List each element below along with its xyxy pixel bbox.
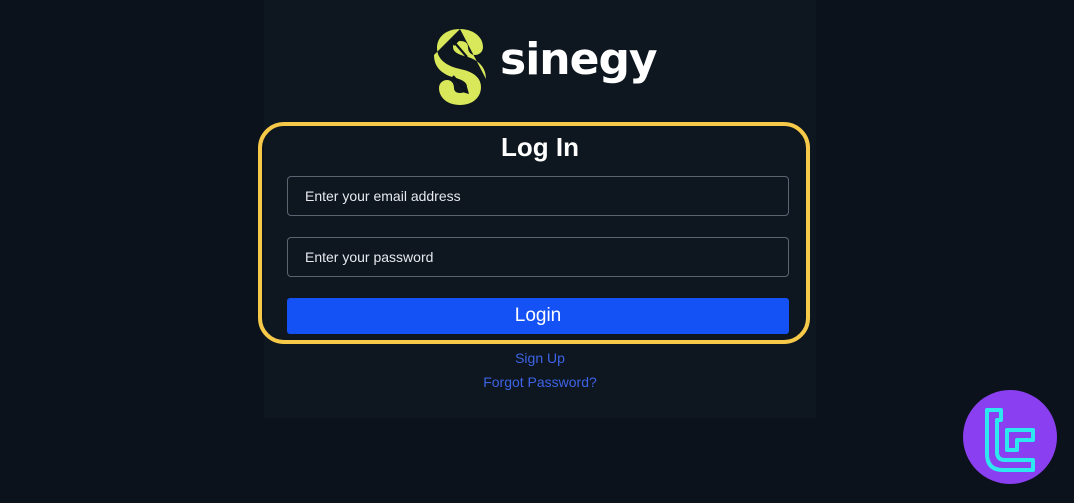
page-title: Log In	[501, 132, 579, 162]
tradingfinder-logo-icon	[985, 408, 1035, 472]
email-field[interactable]	[287, 176, 789, 216]
password-field[interactable]	[287, 237, 789, 277]
login-button[interactable]: Login	[287, 298, 789, 334]
sinegy-s-arrows-icon	[434, 29, 486, 105]
forgot-password-link[interactable]: Forgot Password?	[264, 373, 816, 391]
brand-name: sinegy	[500, 34, 658, 85]
watermark-badge	[963, 390, 1057, 484]
sign-up-link[interactable]: Sign Up	[264, 349, 816, 367]
brand-logo: sinegy	[434, 26, 658, 108]
